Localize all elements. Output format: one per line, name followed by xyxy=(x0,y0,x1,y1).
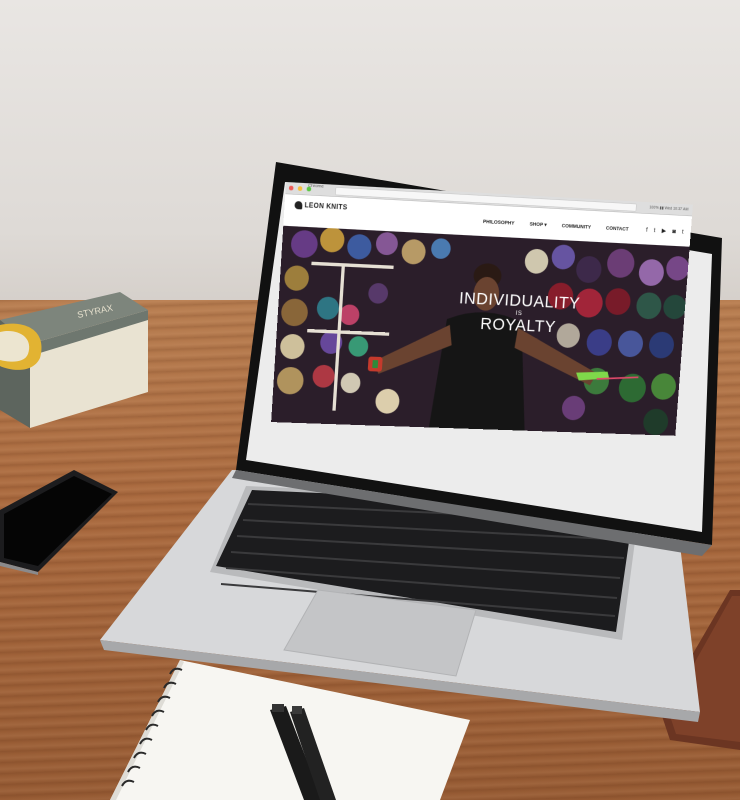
hero-headline: INDIVIDUALITY IS ROYALTY xyxy=(457,289,581,338)
logo-icon xyxy=(294,201,302,209)
desk-scene: STYRAX Chrome 100% ▮▮ Wed 10:37 AM LEON … xyxy=(0,0,740,800)
youtube-icon[interactable]: ▶ xyxy=(661,227,666,234)
site-logo[interactable]: LEON KNITS xyxy=(294,200,347,211)
nav-philosophy[interactable]: PHILOSOPHY xyxy=(483,219,515,226)
instagram-icon[interactable]: ◙ xyxy=(672,228,676,235)
minimize-icon[interactable] xyxy=(298,186,303,191)
main-navigation: PHILOSOPHY SHOP ▾ COMMUNITY CONTACT xyxy=(469,218,629,233)
website: Chrome 100% ▮▮ Wed 10:37 AM LEON KNITS P… xyxy=(271,182,693,436)
tumblr-icon[interactable]: t xyxy=(682,229,684,236)
hero-line-3: ROYALTY xyxy=(480,314,557,336)
twitter-icon[interactable]: t xyxy=(654,227,656,234)
logo-text: LEON KNITS xyxy=(304,201,347,211)
nav-shop[interactable]: SHOP ▾ xyxy=(529,221,547,228)
hero-banner: INDIVIDUALITY IS ROYALTY xyxy=(271,226,690,436)
nav-contact[interactable]: CONTACT xyxy=(606,225,629,232)
nav-community[interactable]: COMMUNITY xyxy=(562,223,592,230)
close-icon[interactable] xyxy=(289,186,294,191)
facebook-icon[interactable]: f xyxy=(646,227,648,234)
browser-window-title: Chrome xyxy=(308,183,324,189)
spiral-notebook xyxy=(90,650,470,800)
social-links: f t ▶ ◙ t xyxy=(641,226,684,235)
